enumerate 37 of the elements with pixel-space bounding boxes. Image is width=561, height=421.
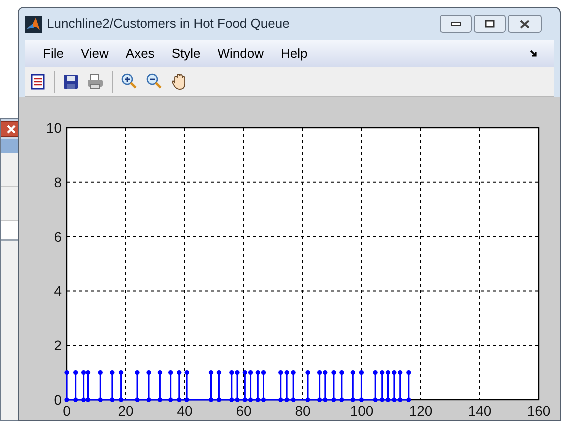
menu-item[interactable]: File xyxy=(35,44,72,64)
minimize-button[interactable] xyxy=(440,15,472,33)
x-tick-label: 60 xyxy=(236,403,252,419)
maximize-icon xyxy=(485,20,495,28)
close-icon xyxy=(520,20,530,28)
y-tick-label: 2 xyxy=(54,338,62,354)
y-tick-label: 8 xyxy=(54,174,62,190)
y-tick-label: 10 xyxy=(46,120,62,136)
print-icon[interactable] xyxy=(87,74,104,90)
y-tick-label: 6 xyxy=(54,228,62,245)
y-tick-label: 0 xyxy=(54,392,62,408)
x-tick-label: 20 xyxy=(118,403,134,419)
x-tick-label: 80 xyxy=(295,403,311,419)
app-icon xyxy=(25,16,42,32)
hand-icon[interactable] xyxy=(171,72,188,90)
menu-item[interactable]: Axes xyxy=(118,44,163,64)
document-icon[interactable] xyxy=(30,74,46,90)
window-title: Lunchline2/Customers in Hot Food Queue xyxy=(47,15,290,34)
x-tick-label: 0 xyxy=(63,403,71,419)
x-tick-label: 160 xyxy=(527,403,551,419)
menu-item[interactable]: Window xyxy=(210,44,272,64)
close-button[interactable] xyxy=(508,15,542,33)
zoom-out-icon[interactable] xyxy=(146,73,163,90)
close-icon xyxy=(7,124,16,134)
menu-item[interactable]: View xyxy=(72,44,117,64)
save-icon[interactable] xyxy=(63,74,79,90)
x-tick-label: 100 xyxy=(350,403,374,419)
menu-item[interactable]: Help xyxy=(272,44,316,64)
maximize-button[interactable] xyxy=(474,15,506,33)
zoom-in-icon[interactable] xyxy=(121,73,138,90)
x-tick-label: 140 xyxy=(468,403,492,419)
y-tick-label: 4 xyxy=(54,283,62,300)
dock-arrow-icon[interactable] xyxy=(530,50,538,58)
menu-item[interactable]: Style xyxy=(164,44,209,64)
x-tick-label: 120 xyxy=(409,403,433,419)
minimize-icon xyxy=(451,22,461,26)
x-tick-label: 40 xyxy=(177,403,193,419)
